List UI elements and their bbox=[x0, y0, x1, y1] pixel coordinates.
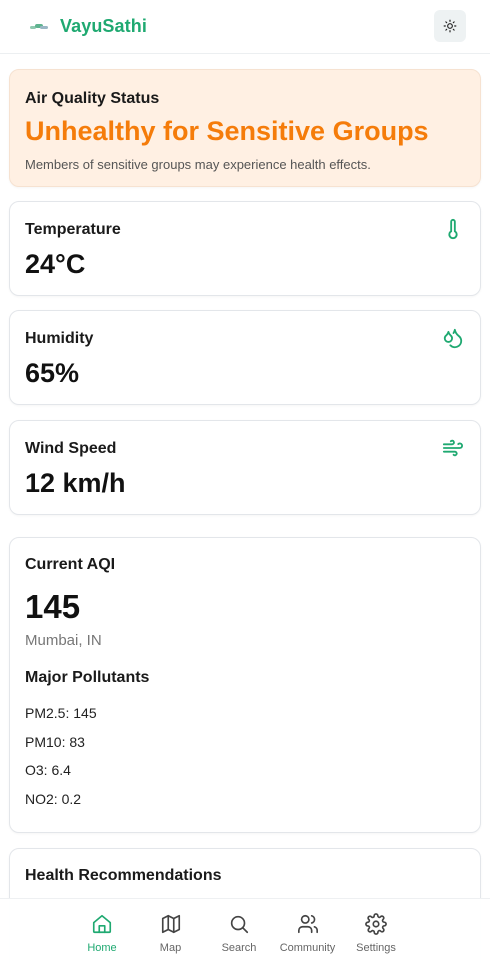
nav-label-home: Home bbox=[87, 942, 117, 954]
pollutants-title: Major Pollutants bbox=[25, 669, 150, 686]
pollutant-item: PM10: 83 bbox=[25, 733, 85, 750]
nav-label-search: Search bbox=[221, 942, 257, 954]
theme-toggle-button[interactable] bbox=[434, 10, 466, 42]
nav-item-search[interactable]: Search bbox=[206, 899, 272, 963]
gear-icon bbox=[365, 913, 387, 935]
nav-item-settings[interactable]: Settings bbox=[343, 899, 409, 963]
pollutant-item: PM2.5: 145 bbox=[25, 705, 97, 721]
nav-item-community[interactable]: Community bbox=[275, 899, 341, 963]
temperature-label: Temperature bbox=[25, 221, 121, 238]
aqi-location: Mumbai, IN bbox=[25, 632, 102, 649]
droplets-icon bbox=[443, 328, 463, 349]
logo[interactable]: VayuSathi bbox=[28, 16, 147, 37]
thermometer-icon bbox=[448, 218, 458, 240]
status-description: Members of sensitive groups may experien… bbox=[25, 156, 371, 172]
logo-icon bbox=[30, 23, 48, 29]
status-label: Air Quality Status bbox=[25, 90, 160, 107]
aqi-title: Current AQI bbox=[25, 556, 116, 573]
humidity-label: Humidity bbox=[25, 330, 94, 347]
nav-label-settings: Settings bbox=[356, 942, 396, 954]
wind-speed-card: Wind Speed 12 km/h bbox=[9, 420, 481, 515]
home-icon bbox=[92, 914, 112, 934]
nav-item-home[interactable]: Home bbox=[69, 899, 135, 963]
pollutant-list: PM2.5: 145 PM10: 83 O3: 6.4 NO2: 0.2 bbox=[25, 699, 465, 814]
bottom-nav: Home Map Search Community Settings bbox=[0, 898, 490, 963]
health-title: Health Recommendations bbox=[25, 867, 222, 884]
wind-speed-value: 12 km/h bbox=[25, 468, 126, 498]
nav-label-community: Community bbox=[279, 942, 336, 954]
brand-name: VayuSathi bbox=[60, 16, 147, 36]
humidity-value: 65% bbox=[25, 358, 80, 388]
sun-icon bbox=[443, 19, 457, 33]
temperature-card: Temperature 24°C bbox=[9, 201, 481, 296]
users-icon bbox=[297, 914, 318, 934]
current-aqi-card: Current AQI 145 Mumbai, IN Major Polluta… bbox=[9, 537, 481, 833]
aqi-value: 145 bbox=[25, 588, 81, 625]
pollutant-item: O3: 6.4 bbox=[25, 762, 71, 779]
nav-label-map: Map bbox=[159, 942, 182, 954]
temperature-value: 24°C bbox=[25, 249, 86, 279]
nav-item-map[interactable]: Map bbox=[138, 899, 204, 963]
humidity-card: Humidity 65% bbox=[9, 310, 481, 405]
map-icon bbox=[161, 914, 180, 934]
pollutant-item: NO2: 0.2 bbox=[25, 791, 82, 808]
air-quality-status-card: Air Quality Status Unhealthy for Sensiti… bbox=[9, 69, 481, 187]
wind-icon bbox=[442, 439, 464, 457]
status-value: Unhealthy for Sensitive Groups bbox=[25, 116, 429, 146]
wind-speed-label: Wind Speed bbox=[25, 440, 117, 457]
search-icon bbox=[230, 915, 249, 934]
app-header: VayuSathi bbox=[0, 0, 490, 54]
